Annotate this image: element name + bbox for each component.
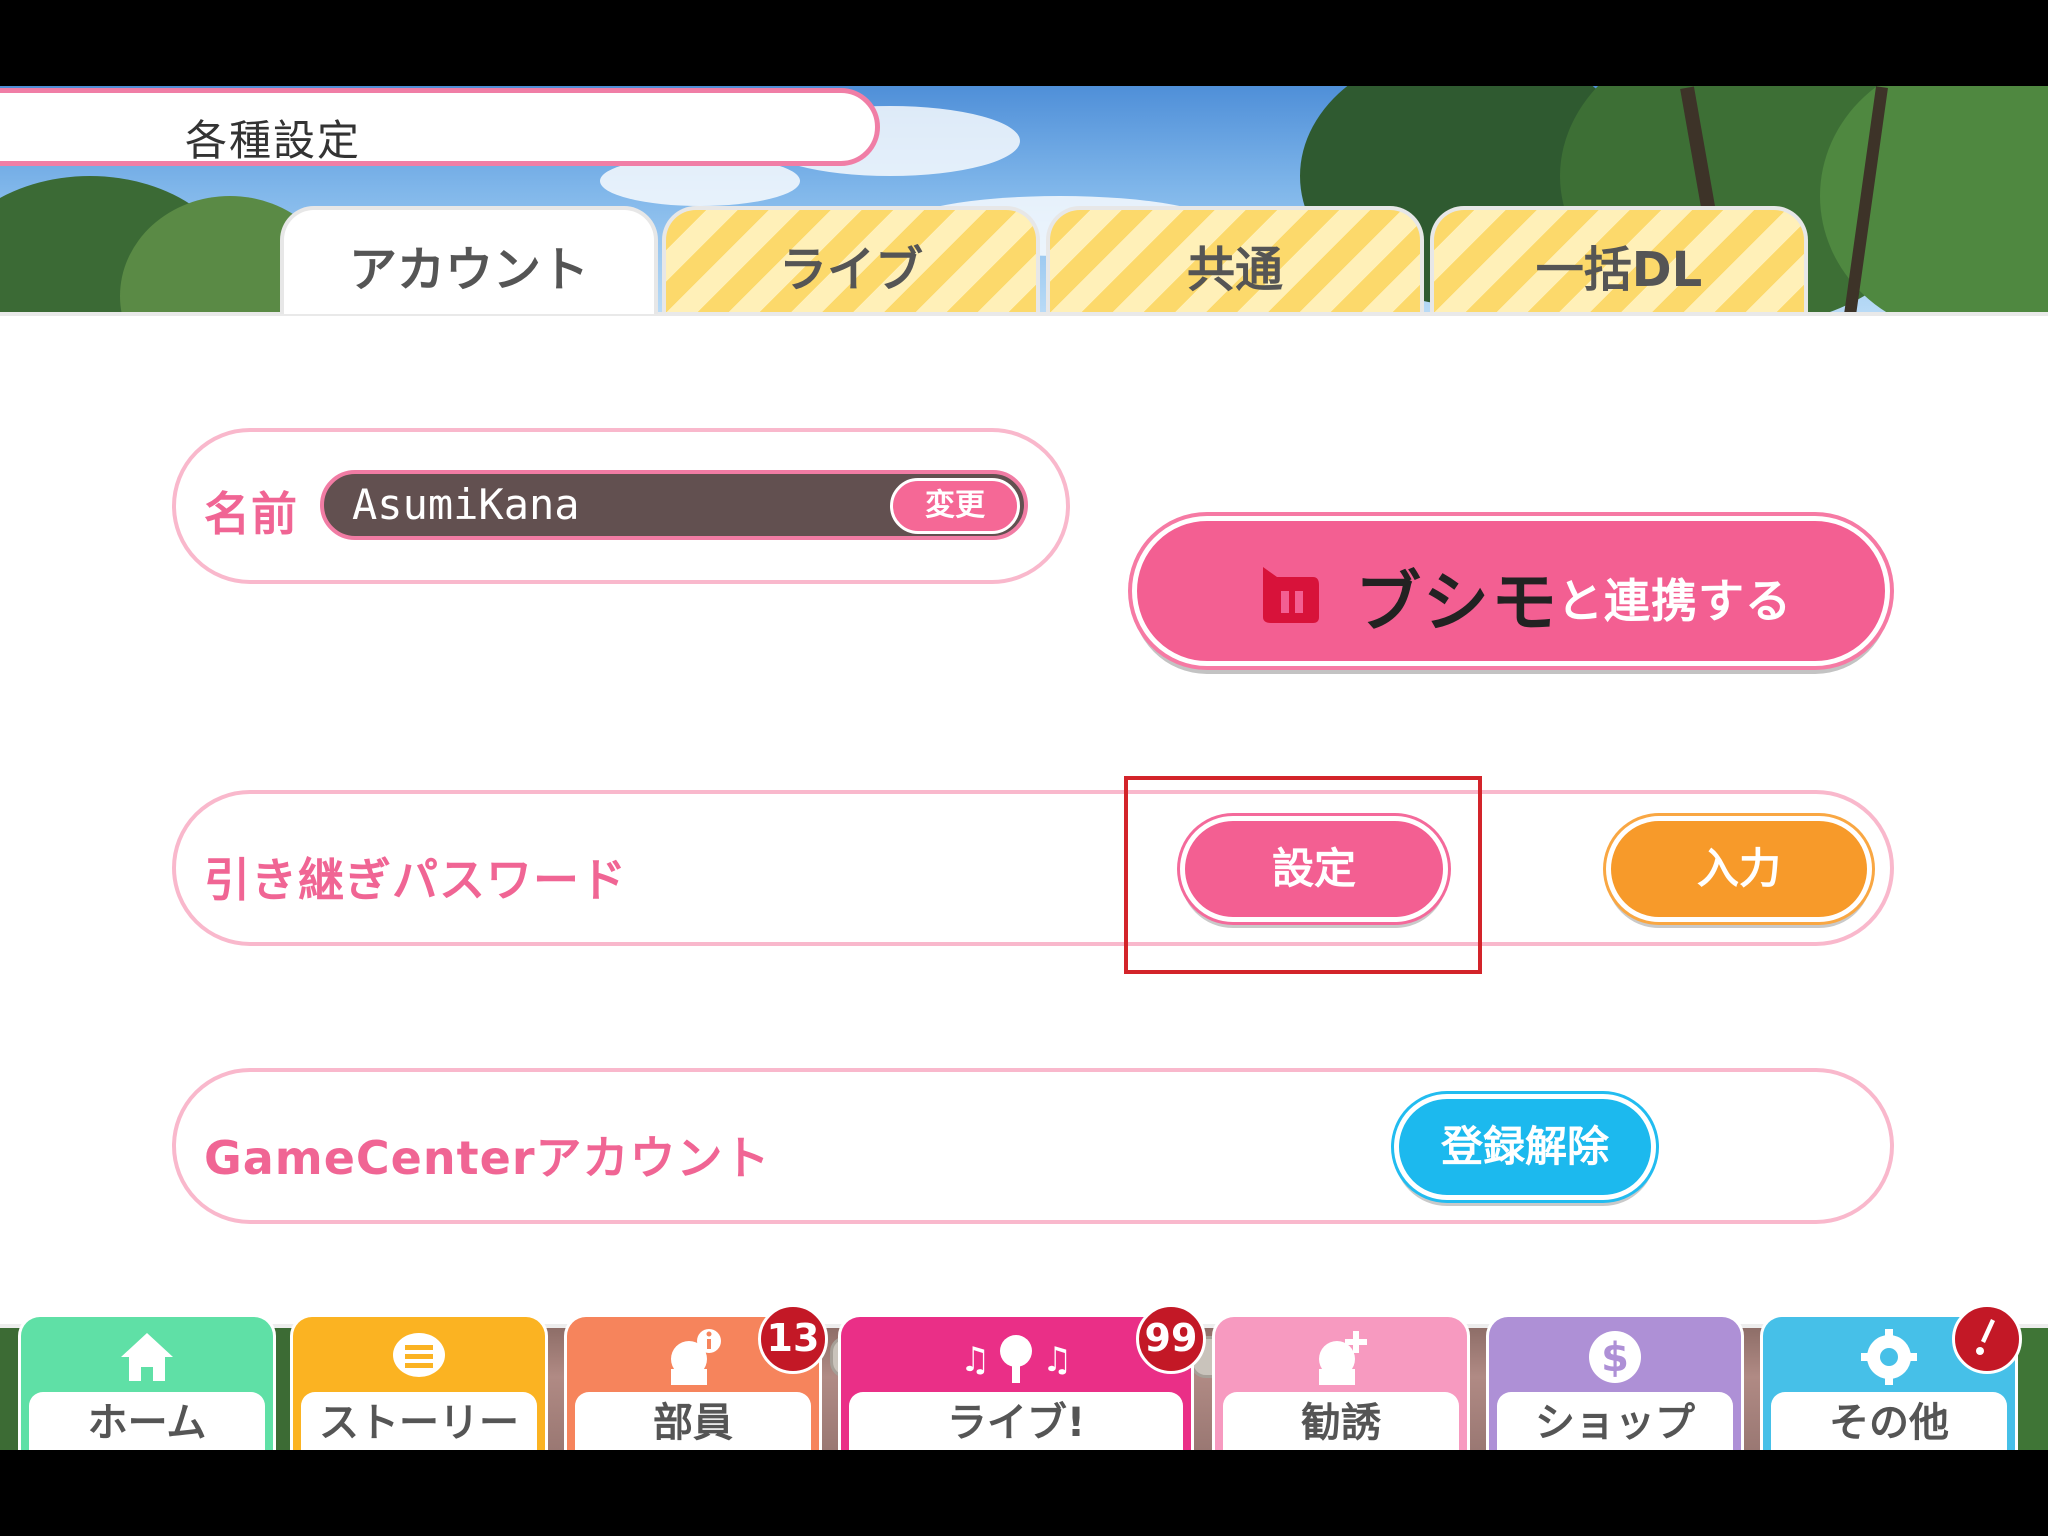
name-label: 名前 — [204, 487, 298, 541]
member-info-icon — [671, 1329, 721, 1385]
input-password-button[interactable]: 入力 — [1606, 816, 1872, 922]
nav-home-label: ホーム — [29, 1392, 265, 1450]
gamecenter-label: GameCenterアカウント — [204, 1131, 771, 1185]
name-field: AsumiKana 変更 — [320, 470, 1028, 540]
nav-recruit-label: 勧誘 — [1223, 1392, 1459, 1450]
transfer-password-label: 引き継ぎパスワード — [204, 853, 627, 907]
tab-bulk-download[interactable]: 一括DL — [1430, 206, 1808, 314]
home-icon — [121, 1333, 173, 1381]
svg-text:♫: ♫ — [1042, 1340, 1072, 1380]
nav-story[interactable]: ストーリー — [290, 1314, 548, 1450]
unregister-button[interactable]: 登録解除 — [1394, 1094, 1656, 1200]
live-badge: 99 — [1136, 1304, 1206, 1374]
speech-bubble-icon — [393, 1333, 445, 1377]
title-pill: 各種設定 — [0, 88, 880, 166]
bushimo-name: ブシモ — [1355, 564, 1559, 641]
alert-icon — [1952, 1304, 2022, 1374]
tab-live[interactable]: ライブ — [662, 206, 1040, 314]
nav-shop-label: ショップ — [1497, 1392, 1733, 1450]
name-row: 名前 AsumiKana 変更 — [172, 428, 1070, 584]
microphone-notes-icon: ♫ ♫ — [960, 1335, 1072, 1383]
settings-screen: 各種設定 アカウント ライブ 共通 一括DL 名前 AsumiKana 変更 ブ… — [0, 86, 2048, 1450]
nav-live-label: ライブ! — [849, 1392, 1183, 1450]
nav-other-label: その他 — [1771, 1392, 2007, 1450]
gear-icon — [1861, 1329, 1917, 1385]
name-value: AsumiKana — [352, 480, 580, 529]
svg-text:$: $ — [1601, 1335, 1629, 1381]
highlight-box — [1124, 776, 1482, 974]
bushimo-link-label: と連携する — [1557, 574, 1792, 628]
nav-story-label: ストーリー — [301, 1392, 537, 1450]
nav-home[interactable]: ホーム — [18, 1314, 276, 1450]
change-name-button[interactable]: 変更 — [890, 478, 1020, 534]
nav-recruit[interactable]: 勧誘 — [1212, 1314, 1470, 1450]
scenic-header: 各種設定 アカウント ライブ 共通 一括DL — [0, 86, 2048, 314]
svg-text:♫: ♫ — [960, 1340, 990, 1380]
page-title: 各種設定 — [185, 116, 362, 165]
member-add-icon — [1319, 1331, 1367, 1385]
dollar-icon: $ — [1589, 1331, 1641, 1383]
nav-shop[interactable]: $ ショップ — [1486, 1314, 1744, 1450]
tab-common[interactable]: 共通 — [1046, 206, 1424, 314]
bushimo-logo-icon — [1263, 567, 1319, 623]
bushimo-link-button[interactable]: ブシモ と連携する — [1132, 516, 1890, 666]
tab-account[interactable]: アカウント — [280, 206, 658, 314]
nav-members-label: 部員 — [575, 1392, 811, 1450]
members-badge: 13 — [758, 1304, 828, 1374]
